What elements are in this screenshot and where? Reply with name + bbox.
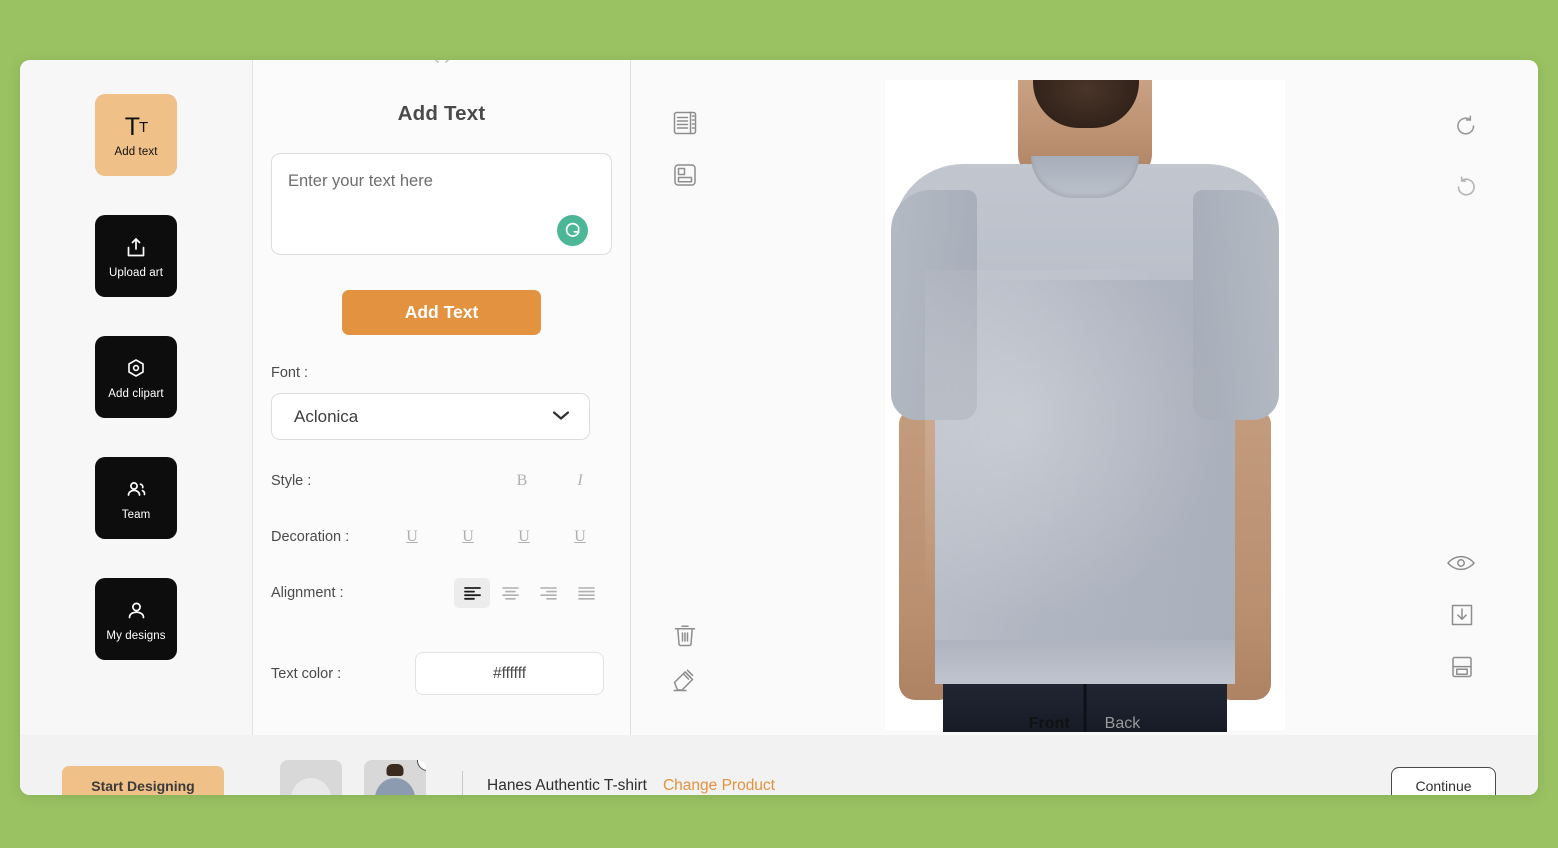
tshirt-mockup-image <box>884 80 1285 732</box>
align-center-button[interactable] <box>492 578 528 608</box>
clipart-icon <box>123 354 149 384</box>
dotted-underline-button[interactable]: U <box>562 522 598 552</box>
continue-button[interactable]: Continue <box>1391 767 1496 795</box>
design-canvas[interactable]: Front Back <box>631 60 1538 795</box>
sidebar-item-label: Upload art <box>108 267 164 279</box>
collapse-chevron-icon[interactable] <box>431 60 453 71</box>
underline-button[interactable]: U <box>394 522 430 552</box>
font-select-value: Aclonica <box>294 406 359 426</box>
font-select[interactable]: Aclonica <box>271 393 590 440</box>
sidebar-item-label: Team <box>121 509 151 521</box>
text-color-row: Text color : #ffffff <box>271 652 612 695</box>
upload-icon <box>124 233 148 263</box>
add-text-button[interactable]: Add Text <box>342 290 541 335</box>
italic-button[interactable]: I <box>562 466 598 496</box>
style-row: Style : B I <box>271 466 612 496</box>
product-thumb-white[interactable] <box>280 760 342 795</box>
design-tool-window: TT Add text Upload art Add clipart Team … <box>20 60 1538 795</box>
product-name: Hanes Authentic T-shirt <box>487 777 647 794</box>
align-left-button[interactable] <box>454 578 490 608</box>
my-designs-icon <box>124 596 149 626</box>
chevron-down-icon <box>551 408 571 426</box>
team-icon <box>124 475 149 505</box>
alignment-row: Alignment : <box>271 578 612 608</box>
bold-button[interactable]: B <box>504 466 540 496</box>
font-label: Font : <box>271 365 309 381</box>
product-thumbnail-list: × <box>280 760 426 795</box>
save-icon[interactable] <box>1448 653 1476 681</box>
text-color-label: Text color : <box>271 665 342 682</box>
layers-icon[interactable] <box>670 108 700 138</box>
divider <box>462 771 463 795</box>
decoration-row: Decoration : U U U U <box>271 522 612 552</box>
sidebar-item-upload-art[interactable]: Upload art <box>95 215 177 297</box>
alignment-label: Alignment : <box>271 585 344 601</box>
tshirt-mockup[interactable] <box>884 80 1285 732</box>
download-icon[interactable] <box>1448 601 1476 629</box>
align-justify-button[interactable] <box>568 578 604 608</box>
add-text-panel: Add Text Add Text Font : Aclonica Style … <box>253 60 631 795</box>
start-designing-button[interactable]: Start Designing <box>62 766 224 795</box>
text-tool-icon: TT <box>124 112 148 141</box>
sidebar-item-my-designs[interactable]: My designs <box>95 578 177 660</box>
change-product-link[interactable]: Change Product <box>663 777 775 795</box>
thumb-shirt-shape <box>375 778 415 795</box>
thumb-head-shape <box>386 764 404 776</box>
sidebar-item-add-clipart[interactable]: Add clipart <box>95 336 177 418</box>
sidebar-item-team[interactable]: Team <box>95 457 177 539</box>
text-input-wrapper <box>271 153 612 260</box>
dashed-underline-button[interactable]: U <box>506 522 542 552</box>
decoration-label: Decoration : <box>271 529 350 545</box>
trash-icon[interactable] <box>671 622 699 650</box>
product-info: Hanes Authentic T-shirt Change Product <box>487 777 775 795</box>
bottom-bar: Start Designing × Hanes Authentic T-shir… <box>20 735 1538 795</box>
thumb-shirt-shape <box>291 778 331 795</box>
grammarly-icon[interactable] <box>557 215 588 246</box>
align-right-button[interactable] <box>530 578 566 608</box>
undo-icon[interactable] <box>1452 112 1480 140</box>
sidebar-item-label: My designs <box>106 630 166 642</box>
text-color-value[interactable]: #ffffff <box>415 652 604 695</box>
close-icon[interactable]: × <box>417 760 426 771</box>
eraser-icon[interactable] <box>671 668 701 696</box>
sidebar-item-label: Add clipart <box>108 388 164 400</box>
sidebar-item-add-text[interactable]: TT Add text <box>95 94 177 176</box>
template-icon[interactable] <box>670 160 700 190</box>
double-underline-button[interactable]: U <box>450 522 486 552</box>
tool-sidebar: TT Add text Upload art Add clipart Team … <box>20 60 253 795</box>
style-label: Style : <box>271 473 312 489</box>
redo-icon[interactable] <box>1452 173 1480 201</box>
preview-eye-icon[interactable] <box>1446 552 1476 574</box>
sidebar-item-label: Add text <box>114 146 158 158</box>
product-thumb-gray[interactable]: × <box>364 760 426 795</box>
